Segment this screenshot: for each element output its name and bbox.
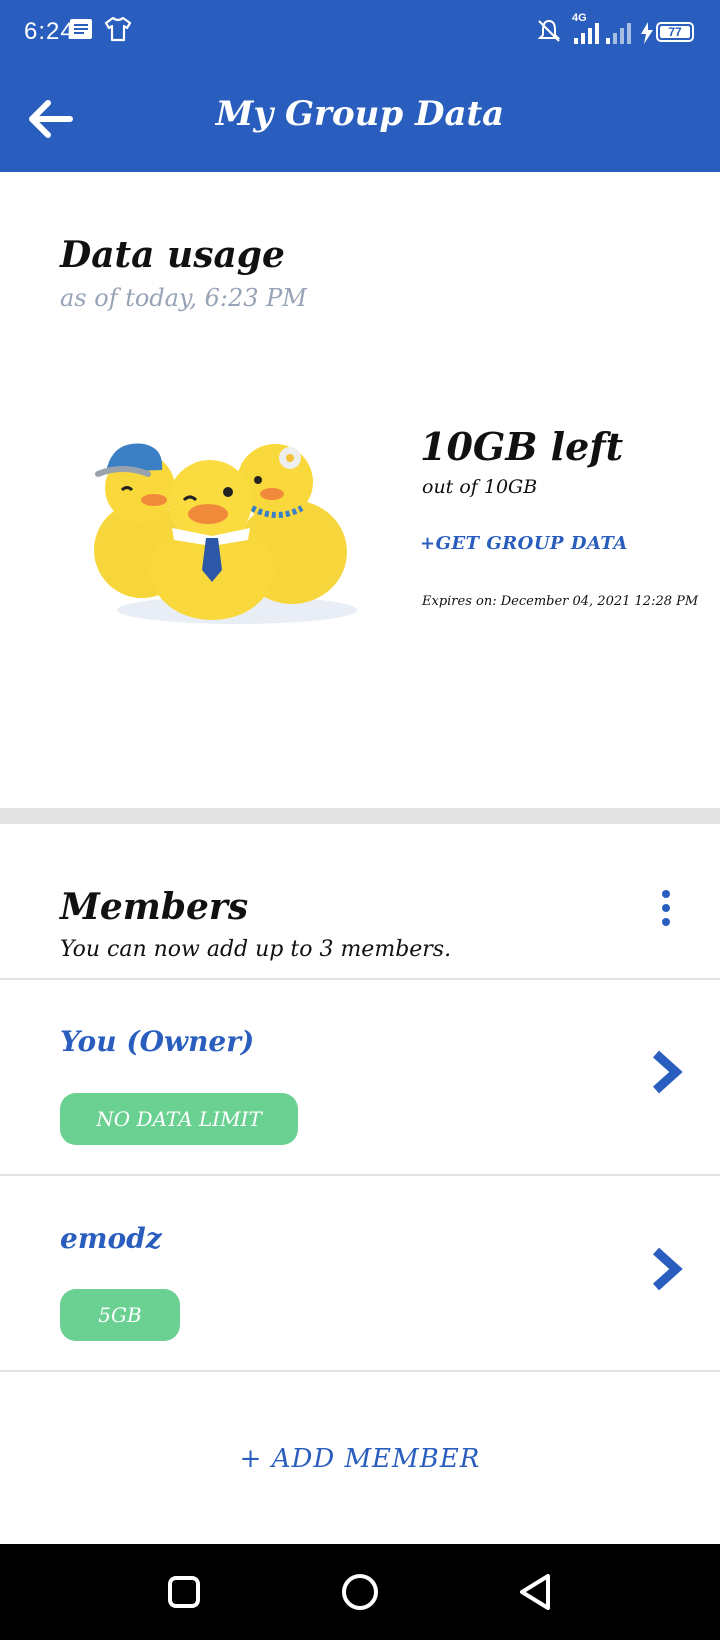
add-member-button[interactable]: + ADD MEMBER (0, 1444, 720, 1474)
status-bar: 6:24 4G 77 (0, 0, 720, 64)
signal-icon (574, 23, 599, 44)
charging-icon (641, 22, 653, 44)
data-left-amount: 10GB left (420, 424, 624, 469)
divider (0, 978, 720, 980)
data-total: out of 10GB (422, 476, 538, 498)
system-nav-bar (0, 1544, 720, 1640)
home-icon[interactable] (312, 1544, 408, 1640)
battery-level: 77 (668, 25, 682, 39)
members-subtitle: You can now add up to 3 members. (60, 937, 452, 962)
ducks-illustration (94, 443, 357, 624)
usage-title: Data usage (60, 234, 285, 276)
tshirt-icon (104, 16, 132, 42)
back-nav-icon[interactable] (488, 1544, 584, 1640)
section-divider (0, 808, 720, 824)
recents-icon[interactable] (136, 1544, 232, 1640)
divider (0, 1174, 720, 1176)
expiry-date: Expires on: December 04, 2021 12:28 PM (422, 594, 699, 609)
member-badge: 5GB (60, 1289, 180, 1341)
usage-timestamp: as of today, 6:23 PM (60, 284, 307, 312)
divider (0, 1370, 720, 1372)
member-name: You (Owner) (60, 1025, 255, 1058)
more-options-icon[interactable] (654, 890, 678, 930)
member-badge: NO DATA LIMIT (60, 1093, 298, 1145)
page-title: My Group Data (215, 94, 505, 134)
member-name: emodz (60, 1222, 162, 1255)
signal-2-icon (606, 23, 631, 44)
battery-icon: 77 (656, 22, 694, 42)
chevron-right-icon[interactable] (650, 1246, 684, 1292)
chevron-right-icon[interactable] (650, 1049, 684, 1095)
members-title: Members (60, 886, 249, 928)
mute-bell-icon (537, 19, 561, 42)
notes-icon (70, 19, 92, 39)
get-group-data-link[interactable]: +GET GROUP DATA (420, 533, 628, 554)
app-bar: My Group Data (0, 64, 720, 172)
